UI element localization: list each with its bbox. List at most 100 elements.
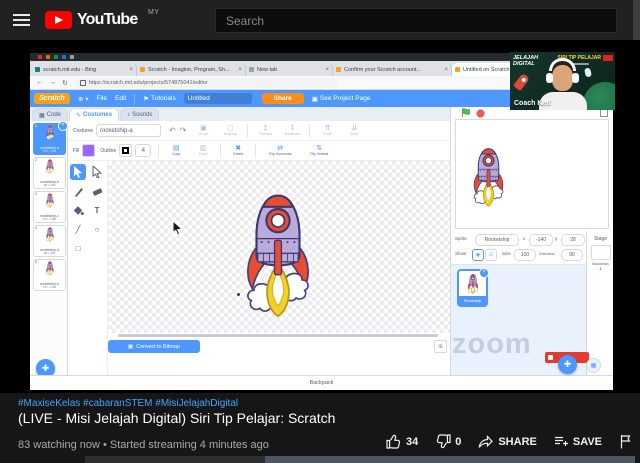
- tab-close-icon[interactable]: ×: [441, 67, 448, 73]
- scratch-logo[interactable]: Scratch: [34, 93, 70, 104]
- delete-costume-badge[interactable]: ×: [58, 121, 68, 131]
- mouse-cursor: [172, 221, 183, 236]
- circle-tool[interactable]: ○: [89, 221, 105, 237]
- costume-name-input[interactable]: rocketship-a: [96, 124, 161, 137]
- share-button[interactable]: SHARE: [478, 434, 537, 449]
- costume-item-2[interactable]: 2 rocketship-b 98 x 205: [33, 157, 66, 189]
- stage-viewport[interactable]: [455, 119, 609, 229]
- browser-tab-new-tab[interactable]: New tab ×: [246, 63, 333, 76]
- paste-button[interactable]: ▥ Paste: [193, 145, 213, 156]
- tab-code[interactable]: ▦ Code: [32, 108, 68, 122]
- headphone-earcup-right: [572, 73, 579, 83]
- costume-thumbnail: [45, 193, 55, 208]
- redo-icon[interactable]: ↷: [180, 126, 187, 135]
- backward-button[interactable]: ↧ Backward: [282, 125, 302, 136]
- delete-button[interactable]: ✖ Delete: [228, 145, 248, 156]
- rectangle-tool[interactable]: □: [70, 240, 86, 256]
- see-project-page-link[interactable]: See Project Page: [320, 95, 371, 102]
- show-sprite-button[interactable]: ◉: [472, 249, 484, 261]
- video-hashtags[interactable]: #MaxiseKelas #cabaranSTEM #MisiJelajahDi…: [18, 398, 238, 409]
- direction-input[interactable]: 90: [561, 249, 583, 261]
- canvas-zoom-control[interactable]: ⊕: [434, 340, 447, 353]
- report-button[interactable]: [619, 434, 632, 449]
- language-globe-icon[interactable]: ⊕ ▾: [78, 95, 89, 103]
- youtube-logo-icon[interactable]: [45, 11, 72, 29]
- select-tool[interactable]: [70, 164, 86, 180]
- add-backdrop-button[interactable]: ▦: [586, 358, 601, 373]
- flip-horizontal-button[interactable]: ⇄ Flip Horizontal: [263, 145, 297, 156]
- stroke-width-input[interactable]: 4: [135, 144, 151, 157]
- reshape-tool[interactable]: [89, 164, 105, 180]
- browser-tab-confirm-account[interactable]: Confirm your Scratch account... ×: [333, 63, 452, 76]
- file-menu[interactable]: File: [97, 95, 107, 102]
- save-button[interactable]: SAVE: [554, 435, 602, 448]
- delete-sprite-badge[interactable]: ×: [479, 268, 489, 278]
- stage-label: Stage: [587, 236, 613, 242]
- share-project-button[interactable]: Share: [262, 93, 304, 104]
- folder-icon: ▣: [312, 95, 318, 103]
- tab-close-icon[interactable]: ×: [322, 67, 329, 73]
- group-button[interactable]: ▣ Group: [193, 125, 213, 136]
- fill-tool[interactable]: [70, 202, 86, 218]
- costume-item-4[interactable]: 4 rocketship-d 98 x 205: [33, 225, 66, 257]
- tab-close-icon[interactable]: ×: [235, 67, 242, 73]
- undo-icon[interactable]: ↶: [169, 126, 176, 135]
- browser-tab-bing[interactable]: scratch.mit.edu - Bing ×: [32, 63, 137, 76]
- front-button[interactable]: ⇈ Front: [317, 125, 337, 136]
- forward-icon[interactable]: →: [49, 79, 56, 86]
- paint-canvas[interactable]: [108, 161, 450, 333]
- browser-tab-scratch-home[interactable]: Scratch - Imagine, Program, Sh... ×: [137, 63, 246, 76]
- y-input[interactable]: 28: [561, 234, 585, 246]
- edit-menu[interactable]: Edit: [115, 95, 126, 102]
- green-flag-icon[interactable]: [461, 108, 470, 118]
- brush-tool[interactable]: [70, 183, 86, 199]
- size-input[interactable]: 100: [514, 249, 536, 261]
- eraser-tool[interactable]: [89, 183, 105, 199]
- outline-color-swatch[interactable]: [119, 144, 132, 157]
- back-button[interactable]: ⇊ Back: [344, 125, 364, 136]
- menu-hamburger-icon[interactable]: [13, 14, 30, 26]
- tab-close-icon[interactable]: ×: [126, 67, 133, 73]
- video-player[interactable]: scratch.mit.edu - Bing × Scratch - Imagi…: [0, 40, 640, 393]
- costume-size: 98 x 205: [34, 184, 65, 187]
- tutorials-menu[interactable]: Tutorials: [151, 95, 176, 102]
- forward-button[interactable]: ↥ Forward: [255, 125, 275, 136]
- ungroup-button[interactable]: ▢ Ungroup: [220, 125, 240, 136]
- costume-item-1[interactable]: 1 rocketship-a 107 x 208 ×: [33, 123, 66, 155]
- project-name-input[interactable]: Untitled: [184, 93, 252, 104]
- tab-label: Sounds: [132, 112, 152, 118]
- copy-button[interactable]: ▤ Copy: [166, 145, 186, 156]
- like-button[interactable]: 34: [386, 434, 418, 449]
- costume-item-5[interactable]: 5 rocketship-e 107 x 208: [33, 259, 66, 291]
- rocket-drawing[interactable]: [235, 185, 321, 325]
- sprite-info-panel: Sprite Rocketship x -140 y 28 Show ◉ ∅ S…: [451, 231, 586, 265]
- line-tool[interactable]: ╱: [70, 221, 86, 237]
- costume-item-3[interactable]: 3 rocketship-c 107 x 208: [33, 191, 66, 223]
- fullscreen-icon[interactable]: [600, 109, 608, 117]
- add-sprite-button[interactable]: ✚: [558, 355, 577, 374]
- search-input[interactable]: [215, 8, 617, 33]
- fill-color-swatch[interactable]: [82, 144, 95, 157]
- stage-rocket-sprite[interactable]: [468, 146, 509, 208]
- convert-to-bitmap-button[interactable]: ▦ Convert to Bitmap: [108, 340, 200, 353]
- canvas-horizontal-scrollbar[interactable]: [118, 334, 438, 337]
- flip-vertical-button[interactable]: ⇅ Flip Vertical: [304, 145, 334, 156]
- sprite-item-rocketship[interactable]: Rocketship ×: [457, 269, 488, 307]
- y-label: y: [555, 236, 557, 241]
- hide-sprite-button[interactable]: ∅: [485, 249, 497, 261]
- backdrop-thumbnail: [591, 245, 611, 260]
- sprite-name-input[interactable]: Rocketship: [475, 234, 519, 246]
- youtube-wordmark[interactable]: YouTube: [77, 11, 137, 29]
- stop-icon[interactable]: [476, 109, 485, 118]
- tab-sounds[interactable]: ♪ Sounds: [120, 108, 159, 122]
- x-input[interactable]: -140: [529, 234, 553, 246]
- reload-icon[interactable]: ↻: [62, 79, 68, 87]
- tab-label: Untitled on Scratch: [463, 67, 509, 73]
- tab-costumes[interactable]: ✎ Costumes: [69, 108, 119, 122]
- text-tool[interactable]: T: [89, 202, 105, 218]
- url-omnibox[interactable]: https://scratch.mit.edu/projects/5748750…: [76, 78, 339, 88]
- dislike-button[interactable]: 0: [435, 434, 461, 449]
- back-icon[interactable]: ←: [36, 79, 43, 86]
- stage-selector[interactable]: Stage Backdrops 1: [586, 231, 613, 375]
- backpack-bar[interactable]: Backpack: [30, 375, 613, 390]
